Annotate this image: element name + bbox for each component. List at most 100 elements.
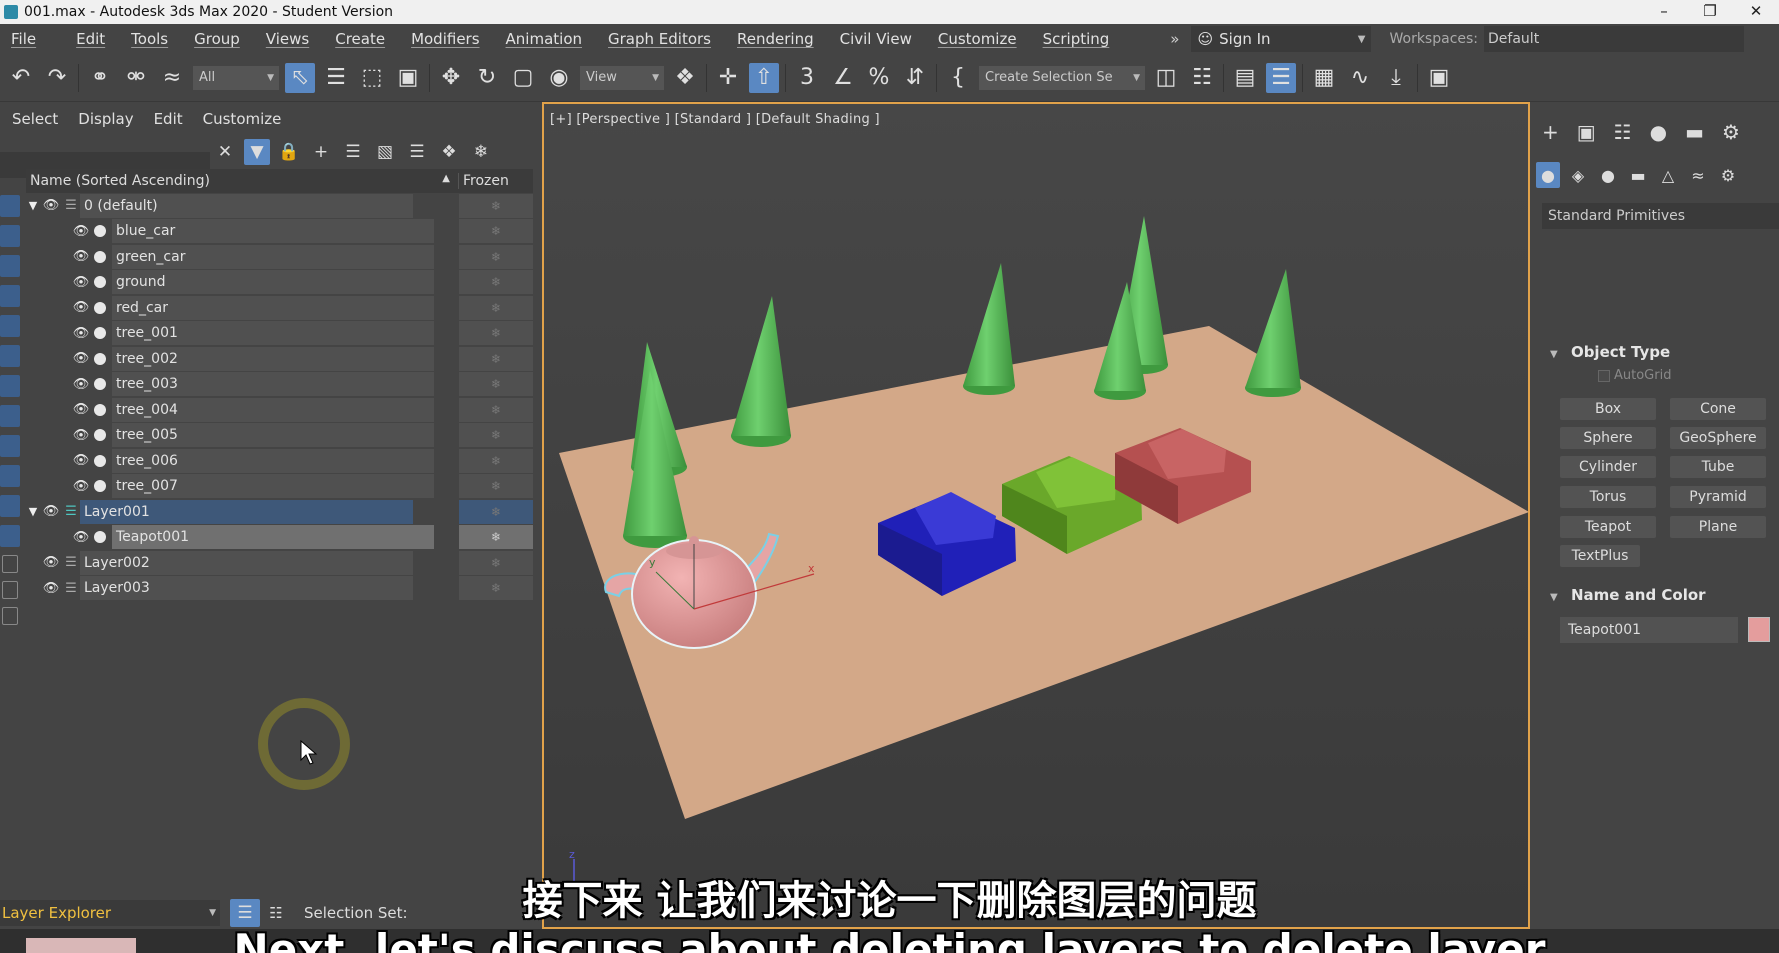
frozen-toggle-icon[interactable]: ❄ (458, 346, 533, 371)
object-row[interactable]: 👁 tree_002 ❄ (26, 346, 533, 372)
torus-button[interactable]: Torus (1560, 486, 1656, 508)
cameras-category-icon[interactable]: ▬ (1626, 162, 1650, 188)
visibility-eye-icon[interactable]: 👁 (40, 555, 62, 570)
object-row[interactable]: 👁 tree_006 ❄ (26, 448, 533, 474)
display-none-icon[interactable] (2, 607, 18, 625)
menu-edit[interactable]: Edit (65, 30, 116, 48)
material-editor-icon[interactable]: ▣ (1424, 63, 1454, 93)
lock-icon[interactable]: 🔒 (276, 139, 302, 165)
lights-category-icon[interactable]: ● (1596, 162, 1620, 188)
schematic-view-icon[interactable]: ⤓ (1381, 63, 1411, 93)
spacewarps-filter-icon[interactable] (0, 345, 20, 367)
textplus-button[interactable]: TextPlus (1560, 545, 1640, 567)
menu-file[interactable]: File (0, 30, 47, 48)
visibility-eye-icon[interactable]: 👁 (70, 428, 92, 443)
helpers-filter-icon[interactable] (0, 315, 20, 337)
add-to-layer-icon[interactable]: ☰ (340, 139, 366, 165)
visibility-eye-icon[interactable]: 👁 (70, 402, 92, 417)
tree-cone[interactable] (1245, 269, 1301, 397)
layer-row[interactable]: 👁 ☰ Layer003 ❄ (26, 576, 533, 602)
select-by-name-icon[interactable]: ☰ (321, 63, 351, 93)
frozen-toggle-icon[interactable]: ❄ (458, 474, 533, 499)
frozen-toggle-icon[interactable]: ❄ (458, 576, 533, 601)
bind-space-warp-icon[interactable]: ≈ (157, 63, 187, 93)
object-row[interactable]: 👁 tree_003 ❄ (26, 372, 533, 398)
lights-filter-icon[interactable] (0, 255, 20, 277)
frozen-toggle-icon[interactable]: ❄ (458, 321, 533, 346)
workspaces-dropdown[interactable]: Default (1484, 26, 1745, 52)
menu-graph-editors[interactable]: Graph Editors (597, 30, 722, 48)
shapes-category-icon[interactable]: ◈ (1566, 162, 1590, 188)
object-row[interactable]: 👁 red_car ❄ (26, 295, 533, 321)
autogrid-checkbox[interactable]: AutoGrid (1598, 368, 1671, 383)
undo-icon[interactable]: ↶ (6, 63, 36, 93)
named-selection-dropdown[interactable]: Create Selection Se ▼ (979, 65, 1145, 90)
object-row[interactable]: 👁 tree_005 ❄ (26, 423, 533, 449)
geometry-category-icon[interactable]: ● (1536, 162, 1560, 188)
visibility-eye-icon[interactable]: 👁 (40, 504, 62, 519)
object-row-selected[interactable]: 👁 Teapot001 ❄ (26, 525, 533, 551)
layer-stack-icon[interactable]: ☰ (62, 555, 80, 570)
freeze-layer-icon[interactable]: ❄ (468, 139, 494, 165)
se-menu-display[interactable]: Display (78, 110, 133, 128)
hierarchy-tab-icon[interactable]: ☷ (1614, 120, 1632, 144)
cameras-filter-icon[interactable] (0, 285, 20, 307)
menu-views[interactable]: Views (255, 30, 320, 48)
selection-filter-dropdown[interactable]: All ▼ (193, 65, 279, 90)
visibility-eye-icon[interactable]: 👁 (70, 530, 92, 545)
toggle-layer-explorer-icon[interactable]: ☰ (1266, 62, 1296, 93)
geosphere-button[interactable]: GeoSphere (1670, 427, 1766, 449)
pivot-center-icon[interactable]: ❖ (670, 63, 700, 93)
expand-triangle-icon[interactable]: ▼ (26, 199, 40, 212)
name-color-rollout-header[interactable]: ▼ Name and Color (1542, 583, 1779, 607)
visibility-eye-icon[interactable]: 👁 (70, 326, 92, 341)
column-name-header[interactable]: Name (Sorted Ascending) ▲ (26, 173, 458, 189)
frozen-toggle-icon[interactable]: ❄ (458, 550, 533, 575)
minimize-icon[interactable]: – (1641, 0, 1687, 24)
tree-cone[interactable] (731, 296, 791, 447)
frozen-toggle-icon[interactable]: ❄ (458, 499, 533, 524)
percent-snap-icon[interactable]: % (864, 63, 894, 93)
frozen-toggle-icon[interactable]: ❄ (458, 270, 533, 295)
systems-category-icon[interactable]: ⚙ (1716, 162, 1740, 188)
list-icon[interactable] (2, 555, 18, 573)
layers-icon[interactable]: ☰ (404, 139, 430, 165)
scale-icon[interactable]: ▢ (508, 63, 538, 93)
containers-filter-icon[interactable] (0, 465, 20, 487)
layer-row-current[interactable]: ▼ 👁 ☰ Layer001 ❄ (26, 499, 533, 525)
visibility-eye-icon[interactable]: 👁 (70, 453, 92, 468)
keyboard-shortcut-override-icon[interactable]: ⇧ (749, 62, 779, 93)
bones-filter-icon[interactable] (0, 435, 20, 457)
snaps-toggle-icon[interactable]: 3 (792, 63, 822, 93)
create-layer-icon[interactable]: + (308, 139, 334, 165)
frozen-toggle-icon[interactable]: ❄ (458, 372, 533, 397)
menu-rendering[interactable]: Rendering (726, 30, 825, 48)
placement-icon[interactable]: ◉ (544, 63, 574, 93)
object-row[interactable]: 👁 green_car ❄ (26, 244, 533, 270)
close-icon[interactable]: ✕ (1733, 0, 1779, 24)
teapot-button[interactable]: Teapot (1560, 516, 1656, 538)
clear-search-icon[interactable]: ✕ (212, 139, 238, 165)
filter-toggle-icon[interactable]: ▼ (244, 139, 270, 165)
select-object-icon[interactable]: ⬁ (285, 62, 315, 93)
edit-named-selection-icon[interactable]: { (943, 63, 973, 93)
xrefs-filter-icon[interactable] (0, 405, 20, 427)
visibility-eye-icon[interactable]: 👁 (40, 198, 62, 213)
frozen-toggle-icon[interactable]: ❄ (458, 193, 533, 218)
frozen-toggle-icon[interactable]: ❄ (458, 423, 533, 448)
tube-button[interactable]: Tube (1670, 456, 1766, 478)
tree-cone[interactable] (963, 263, 1015, 395)
cylinder-button[interactable]: Cylinder (1560, 456, 1656, 478)
helpers-category-icon[interactable]: △ (1656, 162, 1680, 188)
visibility-eye-icon[interactable]: 👁 (70, 249, 92, 264)
align-icon[interactable]: ☷ (1187, 63, 1217, 93)
menu-create[interactable]: Create (324, 30, 396, 48)
visibility-eye-icon[interactable]: 👁 (40, 581, 62, 596)
maximize-icon[interactable]: ❐ (1687, 0, 1733, 24)
modify-tab-icon[interactable]: ▣ (1577, 120, 1596, 144)
object-color-swatch[interactable] (1748, 617, 1770, 642)
reference-coordinate-dropdown[interactable]: View ▼ (580, 65, 664, 90)
layer-row[interactable]: 👁 ☰ Layer002 ❄ (26, 550, 533, 576)
spinner-snap-icon[interactable]: ⇵ (900, 63, 930, 93)
utilities-tab-icon[interactable]: ⚙ (1722, 120, 1740, 144)
